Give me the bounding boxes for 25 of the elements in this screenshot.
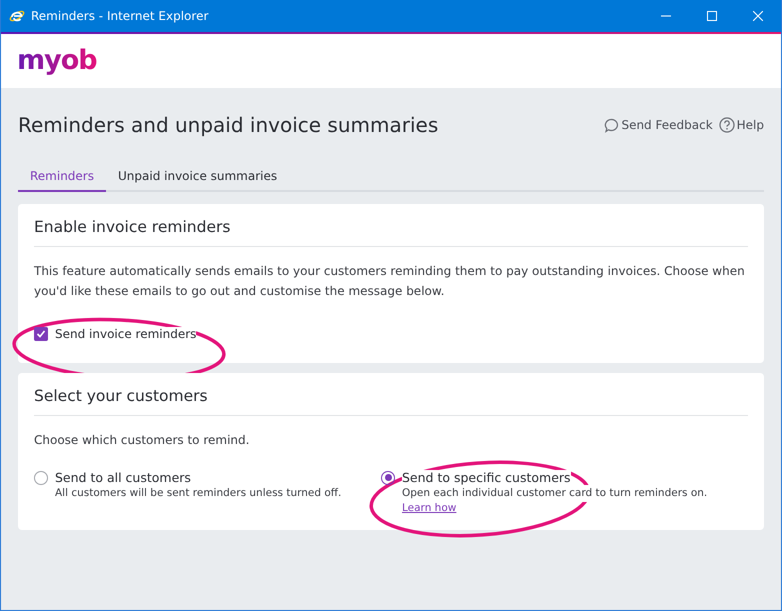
close-icon [753,11,763,21]
radio-label: Send to all customers [55,470,191,485]
radio-button[interactable] [381,470,395,484]
description: This feature automatically sends emails to your customers reminding them to pay outstanding invoices. Choose when you'd like these emails to go out and customise the message below. [34,263,746,300]
section-title: Enable invoice reminders [34,218,748,247]
radio-button[interactable] [34,470,48,484]
help-icon [718,117,735,133]
browser-logo-icon [9,8,25,24]
speech-bubble-icon [604,118,620,132]
section-title: Select your customers [34,387,748,416]
prompt-text: Choose which customers to remind. [34,432,250,449]
checkbox[interactable] [34,327,48,341]
feedback-link[interactable]: Send Feedback [621,118,713,132]
checkmark-icon [36,329,46,339]
help-link[interactable]: Help [736,118,764,132]
tab[interactable]: Unpaid invoice summaries [106,162,290,192]
logo: myob [17,46,97,76]
checkbox-label: Send invoice reminders [55,327,196,341]
window-title: Reminders - Internet Explorer [31,9,210,23]
maximize-icon [707,11,717,21]
page-title: Reminders and unpaid invoice summaries [18,113,440,137]
learn-link[interactable]: Learn how [402,502,456,514]
hint-text: Open each individual customer card to turn reminders on. [402,485,708,502]
tab[interactable]: Reminders [18,162,106,192]
radio-label: Send to specific customers [402,470,571,485]
